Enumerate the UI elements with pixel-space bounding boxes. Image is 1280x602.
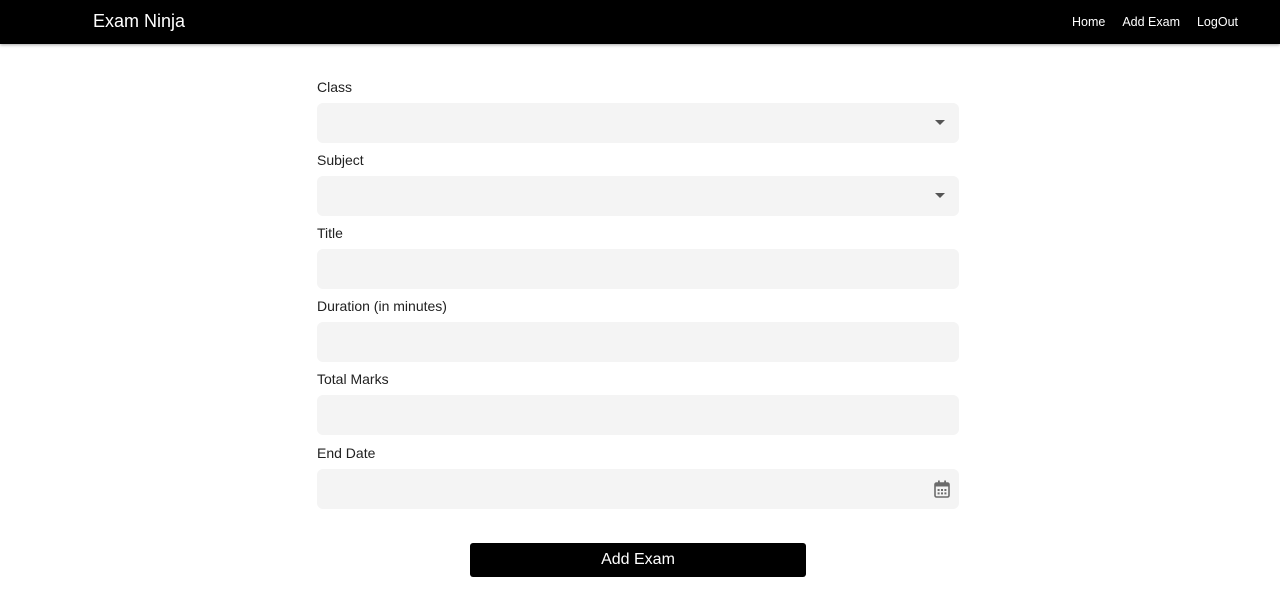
total-marks-field[interactable] — [317, 395, 959, 435]
subject-label: Subject — [317, 152, 364, 168]
top-navbar: Exam Ninja Home Add Exam LogOut — [0, 0, 1280, 44]
duration-label: Duration (in minutes) — [317, 298, 447, 314]
end-date-input[interactable] — [317, 469, 959, 509]
duration-input[interactable] — [317, 322, 959, 362]
title-input[interactable] — [317, 249, 959, 289]
subject-select[interactable] — [317, 176, 959, 216]
end-date-field[interactable] — [317, 469, 959, 509]
nav-links: Home Add Exam LogOut — [1055, 0, 1238, 44]
caret-down-icon — [935, 120, 945, 125]
class-select[interactable] — [317, 103, 959, 143]
total-marks-input[interactable] — [317, 395, 959, 435]
title-label: Title — [317, 225, 343, 241]
class-label: Class — [317, 79, 353, 95]
add-exam-button[interactable]: Add Exam — [470, 543, 806, 577]
caret-down-icon — [935, 193, 945, 198]
brand-link[interactable]: Exam Ninja — [93, 0, 185, 44]
nav-link-add-exam[interactable]: Add Exam — [1122, 0, 1180, 44]
calendar-icon[interactable] — [934, 480, 950, 498]
nav-link-logout[interactable]: LogOut — [1197, 0, 1238, 44]
duration-field[interactable] — [317, 322, 959, 362]
title-field[interactable] — [317, 249, 959, 289]
end-date-label: End Date — [317, 445, 376, 461]
nav-link-home[interactable]: Home — [1072, 0, 1105, 44]
total-marks-label: Total Marks — [317, 371, 389, 387]
